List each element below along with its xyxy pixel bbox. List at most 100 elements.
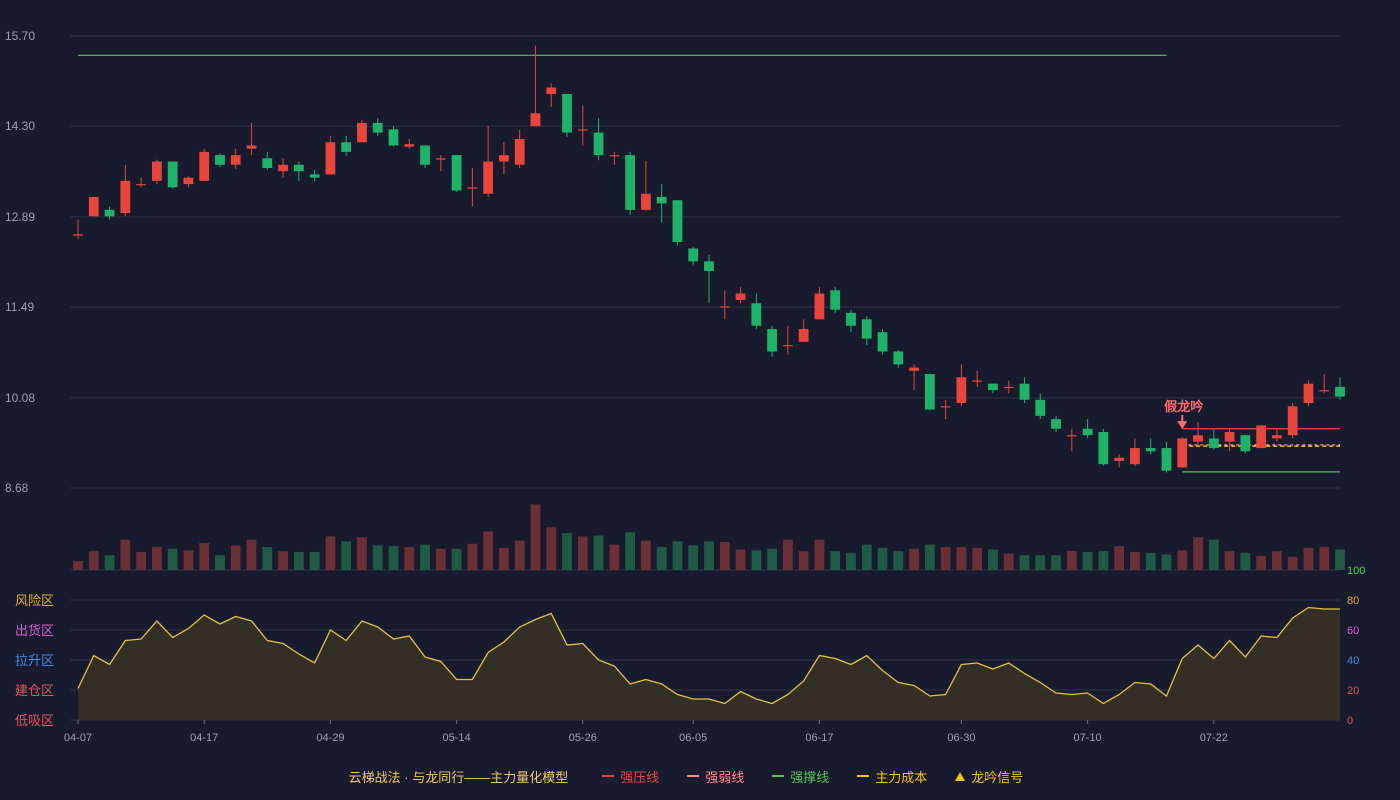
volume-bar: [1193, 537, 1203, 570]
volume-bar: [1003, 553, 1014, 570]
volume-bar: [1130, 551, 1140, 570]
candle-body: [136, 184, 146, 186]
volume-bar: [420, 544, 430, 570]
candle-body: [704, 261, 714, 272]
price-tick-label: 11.49: [5, 300, 34, 314]
legend-item-weak[interactable]: 强弱线: [687, 767, 744, 786]
candle-body: [609, 155, 620, 157]
volume-bar: [388, 546, 399, 570]
volume-bar: [1335, 549, 1345, 570]
candle-body: [230, 155, 241, 165]
candle-body: [1224, 431, 1235, 442]
legend-dash-icon: [857, 775, 870, 777]
candle-body: [1193, 435, 1203, 442]
candle-body: [372, 122, 383, 133]
volume-bar: [499, 547, 509, 570]
legend-item-pressure[interactable]: 强压线: [602, 767, 659, 786]
volume-bar: [325, 536, 336, 570]
volume-bar: [530, 504, 541, 570]
volume-bar: [467, 543, 478, 570]
legend-line-icon: [602, 775, 615, 777]
candle-body: [688, 248, 699, 262]
legend-item-cost[interactable]: 主力成本: [857, 767, 927, 786]
candle-body: [199, 151, 210, 181]
candle-body: [388, 129, 399, 146]
x-tick-label: 07-22: [1200, 732, 1228, 744]
candle-body: [1303, 383, 1314, 404]
volume-bar: [893, 551, 904, 570]
candle-body: [988, 383, 998, 391]
candle-body: [167, 161, 178, 188]
candle-body: [1145, 448, 1156, 452]
candle-body: [1098, 431, 1109, 465]
chart-legend: 云梯战法 · 与龙同行——主力量化模型 强压线 强弱线 强撑线 主力成本 龙吟信…: [0, 764, 1400, 788]
x-tick-label: 05-14: [443, 732, 471, 744]
zone-label: 低吸区: [15, 713, 54, 728]
volume-bar: [909, 548, 919, 570]
candle-body: [719, 306, 730, 308]
volume-bar: [782, 539, 793, 570]
candle-body: [514, 139, 525, 165]
candle-body: [546, 87, 557, 94]
legend-item-signal[interactable]: 龙吟信号: [955, 767, 1023, 786]
volume-bar: [767, 548, 777, 570]
volume-bar: [688, 545, 699, 570]
volume-bar: [309, 551, 320, 570]
x-tick-label: 04-07: [64, 732, 92, 744]
candle-body: [404, 144, 415, 147]
zone-label: 风险区: [15, 593, 54, 608]
candle-body: [467, 187, 478, 189]
model-name: 云梯战法 · 与龙同行——主力量化模型: [348, 769, 569, 785]
x-tick-label: 06-30: [947, 732, 975, 744]
volume-bar: [278, 551, 288, 570]
candle-body: [1066, 435, 1077, 437]
candle-body: [73, 234, 83, 236]
volume-bar: [846, 552, 856, 570]
candle-body: [893, 351, 904, 365]
volume-bar: [88, 551, 99, 570]
candle-body: [1003, 386, 1014, 389]
candle-body: [420, 145, 430, 165]
candle-body: [1319, 390, 1330, 392]
candle-body: [641, 193, 651, 210]
volume-bar: [136, 551, 146, 570]
volume-bar: [672, 541, 683, 570]
volume-bar: [1224, 551, 1235, 570]
volume-bar: [1177, 550, 1188, 570]
candle-body: [735, 293, 746, 300]
volume-bar: [861, 544, 872, 570]
candle-body: [846, 312, 856, 326]
candle-body: [1287, 406, 1298, 436]
signal-tick-label: 20: [1347, 685, 1359, 697]
volume-bar: [167, 548, 178, 570]
volume-bar: [1145, 552, 1156, 570]
volume-bar: [151, 547, 162, 570]
signal-area: [78, 607, 1340, 720]
x-tick-label: 04-29: [316, 732, 344, 744]
volume-bar: [1082, 551, 1093, 570]
candle-body: [1208, 438, 1219, 449]
candle-body: [278, 164, 288, 172]
volume-bar: [814, 539, 825, 570]
volume-bar: [357, 537, 367, 570]
volume-bar: [1161, 554, 1172, 570]
candle-body: [120, 180, 131, 214]
volume-bar: [372, 545, 383, 570]
volume-bar: [1035, 555, 1046, 570]
candle-body: [782, 345, 793, 347]
volume-bar: [1240, 552, 1251, 570]
volume-bar: [404, 547, 415, 570]
volume-bar: [104, 555, 115, 570]
candle-body: [830, 290, 841, 310]
volume-bar: [1319, 547, 1330, 570]
volume-bar: [924, 544, 935, 570]
candle-body: [1019, 383, 1030, 400]
signal-tick-label: 60: [1347, 625, 1359, 637]
legend-item-support[interactable]: 强撑线: [772, 767, 829, 786]
candle-body: [972, 380, 983, 382]
volume-bar: [1114, 546, 1125, 570]
volume-bar: [625, 532, 636, 570]
volume-bar: [704, 541, 714, 570]
zone-label: 拉升区: [15, 653, 54, 668]
candle-body: [1051, 419, 1061, 429]
